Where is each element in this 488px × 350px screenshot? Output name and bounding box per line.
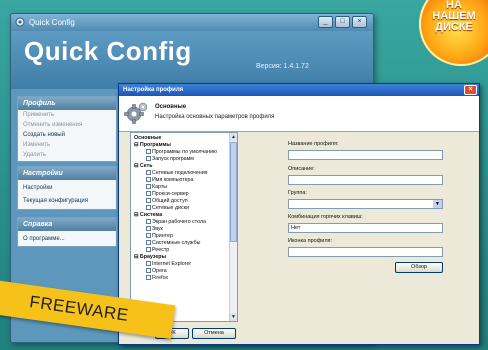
nav-about[interactable]: О программе... [18,231,116,244]
checkbox[interactable] [146,226,151,231]
icon-label: Иконка профиля: [288,238,333,244]
tree-item[interactable]: Сетевые подключения [146,170,208,176]
description-input[interactable] [288,175,443,185]
checkbox[interactable] [146,261,151,266]
nav-current-config[interactable]: Текущая конфигурация [18,193,116,206]
checkbox[interactable] [146,268,151,273]
group-select[interactable]: ▼ [288,199,443,209]
tree-item[interactable]: Firefox [146,275,168,281]
tree-item[interactable]: Прокси-сервер [146,191,189,197]
checkbox[interactable] [146,205,151,210]
group-label: Группа: [288,190,307,196]
maximize-button[interactable]: □ [335,16,350,28]
nav-profile-panel: Профиль Применить Отменить изменения Соз… [17,96,117,162]
tree-item[interactable]: Программы по умолчанию [146,149,217,155]
tree-node-programs[interactable]: ⊟ Программы [134,142,171,148]
nav-settings[interactable]: Настройки [18,180,116,193]
disc-badge: НА НАШЕМ ДИСКЕ [419,0,488,66]
tree-node-browsers[interactable]: ⊟ Браузеры [134,254,166,260]
tree-item[interactable]: Системные службы [146,240,200,246]
scroll-down-icon[interactable]: ▼ [230,313,237,321]
cancel-button[interactable]: Отмена [192,328,236,339]
tree-item[interactable]: Реестр [146,247,169,253]
tree-root[interactable]: Основные [134,135,161,141]
tree-item[interactable]: Сетевые диски [146,205,189,211]
tree-item[interactable]: Звук [146,226,163,232]
checkbox[interactable] [146,275,151,280]
checkbox[interactable] [146,170,151,175]
nav-revert[interactable]: Отменить изменения [18,120,116,130]
nav-settings-header: Настройки [18,167,116,180]
tree-item[interactable]: Принтер [146,233,173,239]
checkbox[interactable] [146,233,151,238]
nav-edit[interactable]: Изменить [18,140,116,150]
browse-button[interactable]: Обзор [395,262,443,273]
description-label: Описание: [288,166,315,172]
chevron-down-icon[interactable]: ▼ [433,200,442,208]
tree-node-system[interactable]: ⊟ Система [134,212,162,218]
tree-node-network[interactable]: ⊟ Сеть [134,163,152,169]
tree-item[interactable]: Карты [146,184,167,190]
checkbox[interactable] [146,184,151,189]
tree-item[interactable]: Opera [146,268,167,274]
checkbox[interactable] [146,198,151,203]
checkbox[interactable] [146,219,151,224]
tree-item[interactable]: Общий доступ [146,198,188,204]
checkbox[interactable] [146,149,151,154]
profile-name-input[interactable] [288,150,443,160]
tree-scrollbar[interactable]: ▲ ▼ [229,133,237,321]
tree-item[interactable]: Internet Explorer [146,261,191,267]
dialog-titlebar: Настройка профиля × [119,84,479,96]
checkbox[interactable] [146,191,151,196]
dialog-header-subtitle: Настройка основных параметров профиля [155,114,275,120]
nav-help-panel: Справка О программе... [17,217,117,247]
window-title: Quick Config [29,18,75,27]
main-titlebar: Quick Config _ □ × [11,14,373,31]
checkbox[interactable] [146,177,151,182]
nav-settings-panel: Настройки Настройки Текущая конфигурация [17,166,117,210]
scroll-thumb[interactable] [230,142,237,242]
badge-text: НА НАШЕМ ДИСКЕ [432,0,476,33]
dialog-header-title: Основные [155,104,187,110]
tree-item[interactable]: Экран рабочего стола [146,219,206,225]
tree-item[interactable]: Запуск программ [146,156,194,162]
scroll-up-icon[interactable]: ▲ [230,133,237,141]
hotkey-label: Комбинация горячих клавиш: [288,214,363,220]
minimize-button[interactable]: _ [318,16,333,28]
profile-name-label: Название профиля: [288,141,339,147]
version-label: Версия: 1.4.1.72 [256,63,309,70]
tree-item[interactable]: Имя компьютера [146,177,193,183]
nav-delete[interactable]: Удалить [18,150,116,160]
app-icon [15,17,25,27]
icon-input[interactable] [288,247,443,257]
dialog-close-button[interactable]: × [464,85,477,95]
checkbox[interactable] [146,156,151,161]
close-button[interactable]: × [352,16,367,28]
app-title: Quick Config [24,36,192,66]
checkbox[interactable] [146,240,151,245]
settings-tree[interactable]: Основные ⊟ Программы Программы по умолча… [130,132,238,322]
nav-apply[interactable]: Применить [18,110,116,120]
checkbox[interactable] [146,247,151,252]
nav-help-header: Справка [18,218,116,231]
dialog-title: Настройка профиля [123,87,184,93]
nav-create-new[interactable]: Создать новый [18,130,116,140]
gear-icon [124,102,148,124]
nav-profile-header: Профиль [18,97,116,110]
dialog-header: Основные Настройка основных параметров п… [119,96,479,132]
hotkey-input[interactable] [288,223,443,233]
